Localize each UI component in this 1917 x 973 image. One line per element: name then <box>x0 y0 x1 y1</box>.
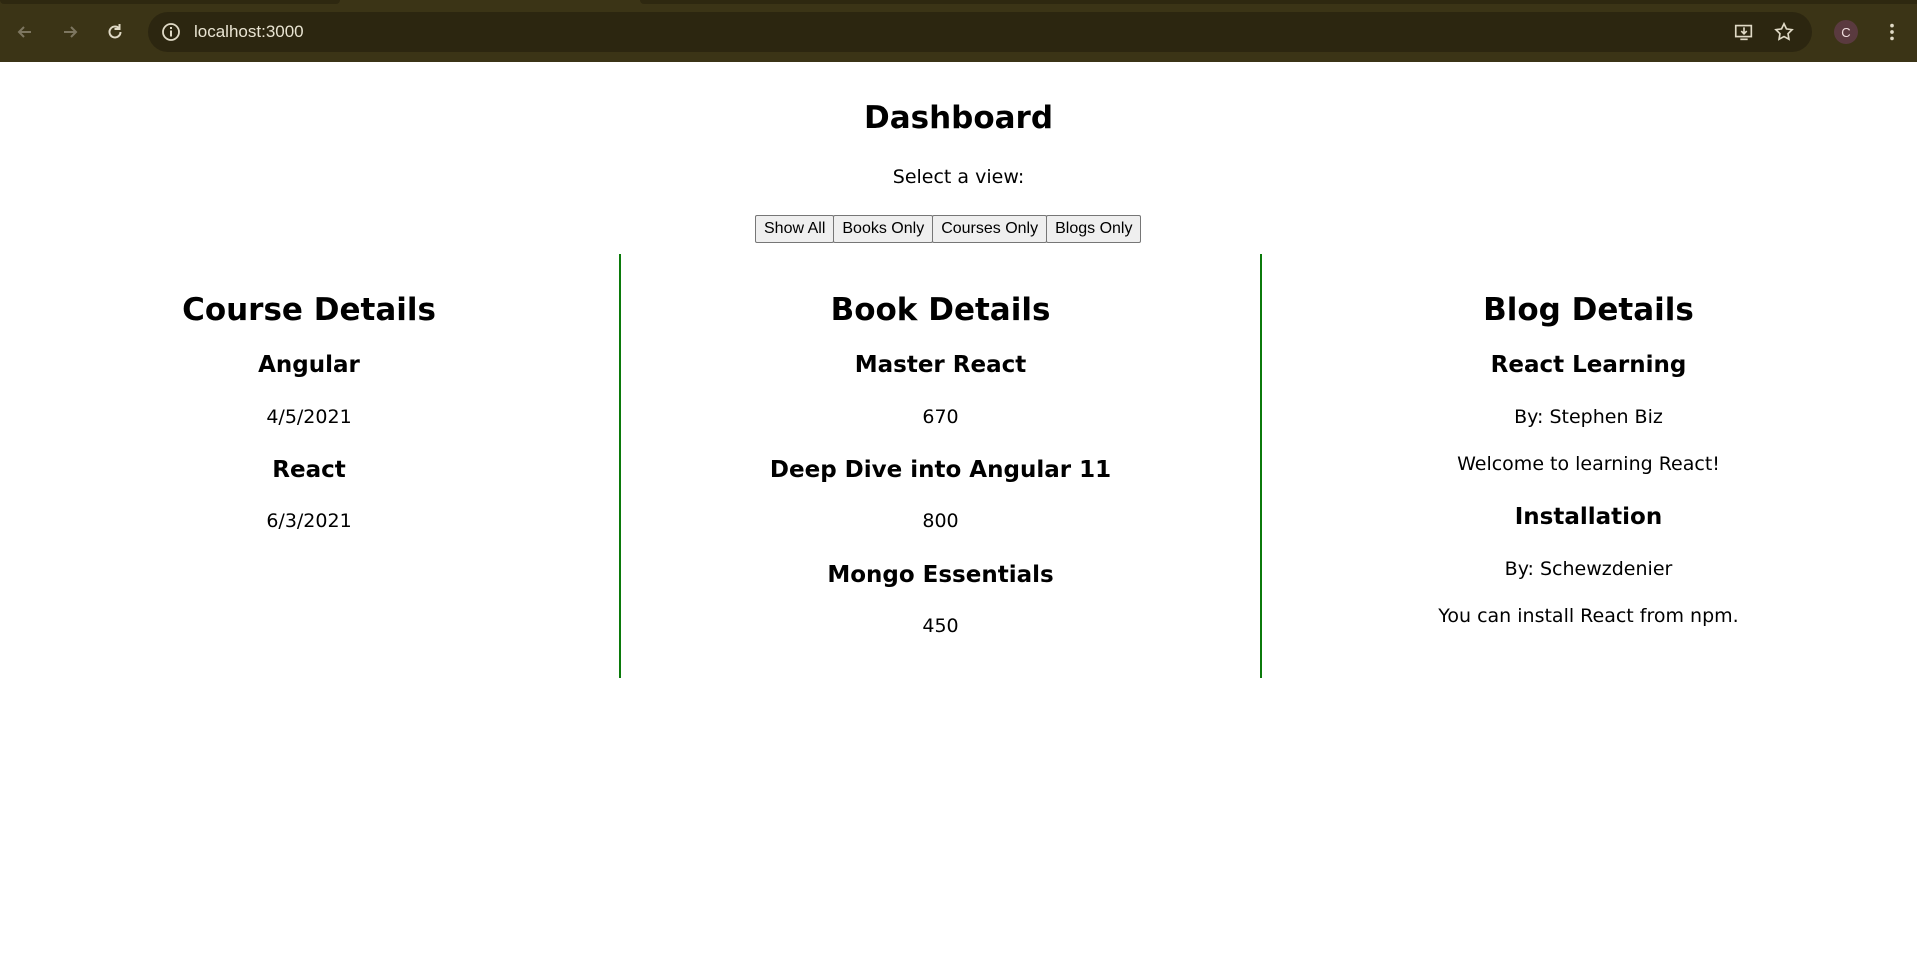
course-details-heading: Course Details <box>182 292 436 328</box>
reload-icon[interactable] <box>100 17 130 47</box>
address-bar[interactable]: localhost:3000 <box>148 12 1812 52</box>
course-date: 4/5/2021 <box>266 406 352 428</box>
books-only-button[interactable]: Books Only <box>833 215 934 243</box>
back-icon[interactable] <box>10 17 40 47</box>
book-name: Mongo Essentials <box>827 562 1054 588</box>
courses-only-button[interactable]: Courses Only <box>932 215 1048 243</box>
course-name: React <box>272 457 346 483</box>
book-price: 670 <box>922 406 959 428</box>
show-all-button[interactable]: Show All <box>755 215 835 243</box>
book-details-heading: Book Details <box>830 292 1051 328</box>
browser-tab-edge <box>0 0 340 4</box>
blog-title: Installation <box>1514 504 1663 530</box>
view-button-group: Show All Books Only Courses Only Blogs O… <box>755 215 1142 243</box>
book-price: 800 <box>922 510 959 532</box>
blog-title: React Learning <box>1490 352 1687 378</box>
blog-content: You can install React from npm. <box>1438 605 1739 627</box>
install-app-icon[interactable] <box>1732 20 1756 44</box>
browser-toolbar: localhost:3000 C <box>0 0 1917 62</box>
book-price: 450 <box>922 615 959 637</box>
bookmark-star-icon[interactable] <box>1772 20 1796 44</box>
book-name: Deep Dive into Angular 11 <box>769 457 1112 483</box>
course-name: Angular <box>258 352 360 378</box>
blog-content: Welcome to learning React! <box>1457 453 1720 475</box>
book-details-section: Book Details Master React 670 Deep Dive … <box>619 254 1262 678</box>
blog-author: By: Stephen Biz <box>1514 406 1663 428</box>
blogs-only-button[interactable]: Blogs Only <box>1046 215 1142 243</box>
course-details-section: Course Details Angular 4/5/2021 React 6/… <box>0 254 618 678</box>
blog-details-heading: Blog Details <box>1483 292 1694 328</box>
page-content: Dashboard Select a view: Show All Books … <box>0 62 1917 973</box>
browser-tab-edge-right <box>640 0 1917 4</box>
book-name: Master React <box>854 352 1027 378</box>
blog-author: By: Schewzdenier <box>1504 558 1673 580</box>
blog-details-section: Blog Details React Learning By: Stephen … <box>1260 254 1917 678</box>
url-text[interactable]: localhost:3000 <box>194 21 304 43</box>
forward-icon[interactable] <box>55 17 85 47</box>
view-select-label: Select a view: <box>892 166 1025 188</box>
site-info-icon[interactable] <box>160 21 182 43</box>
page-title: Dashboard <box>863 100 1054 136</box>
kebab-menu-icon[interactable] <box>1880 20 1904 44</box>
profile-avatar[interactable]: C <box>1834 20 1858 44</box>
course-date: 6/3/2021 <box>266 510 352 532</box>
